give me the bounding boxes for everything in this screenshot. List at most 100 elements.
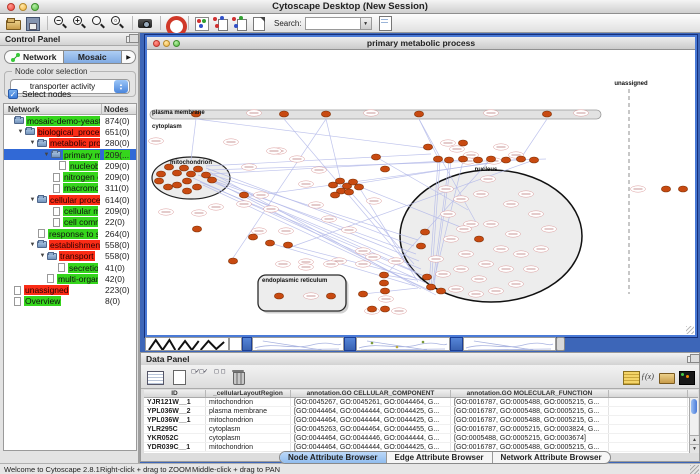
expander-icon[interactable]: ▼ [28,242,37,248]
graph-node[interactable] [163,184,172,190]
help-ring-icon[interactable] [165,15,181,31]
background-window-fragment[interactable] [229,337,242,351]
resize-grip-icon[interactable] [690,465,699,474]
save-icon[interactable] [24,15,40,31]
network-canvas[interactable]: plasma membranecytoplasmmitochondrionnuc… [147,50,695,335]
tree-row[interactable]: response to stimulu264(0) [4,228,136,239]
tree-row[interactable]: ▼establishment of lo558(0) [4,239,136,250]
table-row[interactable]: YPL036W__2plasma membrane[GO:0044464, GO… [144,407,698,416]
tree-header-nodes[interactable]: Nodes [104,105,128,114]
graph-node[interactable] [367,306,376,312]
graph-node[interactable] [186,171,195,177]
advanced-search-icon[interactable] [376,15,392,31]
scroll-down-icon[interactable]: ▼ [690,444,699,453]
tree-row[interactable]: ▼primary metabolic209(... [4,149,136,160]
tree-row[interactable]: secretion41(0) [4,262,136,273]
snapshot-camera-icon[interactable] [137,15,153,31]
graph-node[interactable] [192,226,201,232]
graph-node[interactable] [473,157,482,163]
graph-node[interactable] [458,140,467,146]
zoom-window-icon[interactable] [173,40,180,47]
background-window-fragment[interactable] [356,337,450,351]
graph-node[interactable] [436,288,445,294]
tree-row[interactable]: Overview8(0) [4,296,136,307]
tree-header-network[interactable]: Network [8,105,40,114]
graph-node[interactable] [248,234,257,240]
graph-node[interactable] [192,184,201,190]
column-header[interactable]: annotation.GO MOLECULAR_FUNCTION [451,390,609,397]
graph-node[interactable] [678,186,687,192]
column-header[interactable]: annotation.GO CELLULAR_COMPONENT [291,390,451,397]
unselect-attributes-icon[interactable] [214,369,230,385]
graph-node[interactable] [326,293,335,299]
graph-node[interactable] [486,156,495,162]
graph-node[interactable] [330,192,339,198]
expander-icon[interactable]: ▼ [28,197,37,203]
graph-node[interactable] [283,242,292,248]
tree-row[interactable]: ▼biological_process651(0) [4,126,136,137]
background-window-fragment[interactable] [463,337,556,351]
scroll-up-icon[interactable]: ▲ [690,435,699,444]
select-attributes-icon[interactable] [191,369,207,385]
table-row[interactable]: YLR295Ccytoplasm[GO:0045263, GO:0044464,… [144,425,698,434]
graph-node[interactable] [335,178,344,184]
graph-node[interactable] [380,288,389,294]
attribute-matrix-icon[interactable] [678,369,694,385]
column-header[interactable]: ID [144,390,206,397]
attribute-list-icon[interactable] [623,369,639,385]
expander-icon[interactable]: ▼ [28,140,37,146]
graph-node[interactable] [239,192,248,198]
graph-node[interactable] [444,157,453,163]
graph-node[interactable] [193,166,202,172]
select-nodes-checkbox[interactable]: ✓ [8,89,18,99]
attribute-table-icon[interactable] [147,369,163,385]
import-network-icon[interactable] [212,15,228,31]
graph-node[interactable] [380,306,389,312]
table-row[interactable]: YKR052Ccytoplasm[GO:0044464, GO:0044446,… [144,434,698,443]
vizmapper-icon[interactable] [193,15,209,31]
graph-node[interactable] [371,154,380,160]
graph-node[interactable] [274,293,283,299]
tab-network[interactable]: Network [5,51,63,63]
zoom-fit-icon[interactable]: ▫ [109,15,125,31]
column-header[interactable]: _cellularLayoutRegion [206,390,291,397]
background-window-fragment[interactable] [252,337,344,351]
tree-row[interactable]: nucleobase-cont209(0) [4,160,136,171]
resize-grip-icon[interactable] [686,326,694,334]
close-window-icon[interactable] [153,40,160,47]
graph-node[interactable] [182,178,191,184]
expander-icon[interactable]: ▼ [16,129,25,135]
scrollbar-thumb[interactable] [691,399,697,414]
graph-node[interactable] [354,184,363,190]
zoom-in-icon[interactable]: + [71,15,87,31]
annotation-page-icon[interactable] [250,15,266,31]
graph-node[interactable] [516,156,525,162]
tree-row[interactable]: nitrogen compou209(0) [4,171,136,182]
network-window-titlebar[interactable]: primary metabolic process [147,37,695,50]
background-window-fragment[interactable] [556,337,565,351]
graph-node[interactable] [154,178,163,184]
graph-node[interactable] [433,156,442,162]
graph-node[interactable] [172,182,181,188]
graph-node[interactable] [414,111,423,117]
float-panel-icon[interactable] [687,356,695,363]
minimize-window-icon[interactable] [19,3,27,11]
tab-mosaic[interactable]: Mosaic [63,51,123,63]
function-builder-icon[interactable]: ƒ(x) [641,369,657,385]
close-window-icon[interactable] [7,3,15,11]
graph-node[interactable] [380,166,389,172]
graph-node[interactable] [379,280,388,286]
graph-node[interactable] [207,177,216,183]
graph-node[interactable] [182,188,191,194]
graph-node[interactable] [416,243,425,249]
minimize-window-icon[interactable] [163,40,170,47]
search-dropdown-arrow-icon[interactable]: ▼ [361,17,372,30]
graph-node[interactable] [321,111,330,117]
background-window-fragment[interactable] [145,337,229,351]
table-scrollbar[interactable]: ▲ ▼ [689,398,698,453]
search-input[interactable] [305,17,361,30]
graph-node[interactable] [422,274,431,280]
tree-row[interactable]: mosaic-demo-yeast874(0) [4,115,136,126]
graph-node[interactable] [358,291,367,297]
tab-overflow-arrow-icon[interactable]: ▶ [122,51,135,63]
